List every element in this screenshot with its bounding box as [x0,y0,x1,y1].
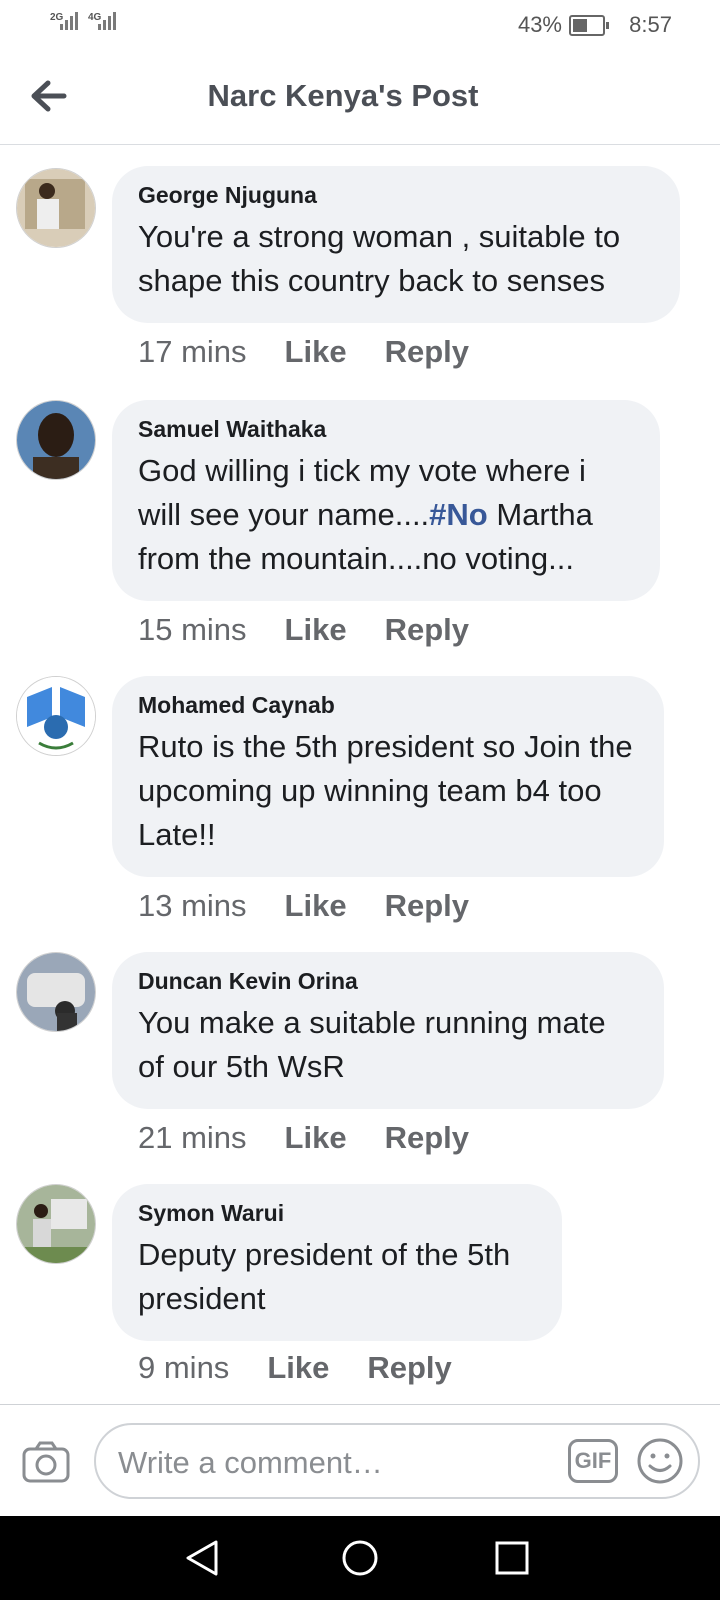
comment-text: Ruto is the 5th president so Join the up… [138,729,633,852]
status-bar: 2G 4G 43% 8:57 [0,0,720,50]
comment-text: You're a strong woman , suitable to shap… [138,219,621,298]
comment-time: 17 mins [138,334,247,369]
camera-icon[interactable] [22,1441,70,1488]
reply-button[interactable]: Reply [385,888,469,924]
signal-label-2: 4G [88,12,102,23]
comment-time: 15 mins [138,612,247,647]
avatar[interactable] [16,168,96,248]
emoji-icon[interactable] [636,1437,684,1490]
comment-actions: 15 mins Like Reply [138,612,469,648]
back-nav-icon[interactable] [184,1538,220,1583]
signal-icon-1: 2G [50,12,78,30]
reply-button[interactable]: Reply [367,1350,451,1386]
comment-text: Deputy president of the 5th president [138,1237,511,1316]
avatar[interactable] [16,400,96,480]
like-button[interactable]: Like [285,888,347,924]
comment-time: 13 mins [138,888,247,923]
comment-list: George Njuguna You're a strong woman , s… [0,146,720,1404]
gif-button[interactable]: GIF [568,1439,618,1483]
battery-icon [569,15,609,36]
comment-time: 9 mins [138,1350,230,1385]
comment-actions: 17 mins Like Reply [138,334,469,370]
reply-button[interactable]: Reply [385,1120,469,1156]
home-nav-icon[interactable] [340,1538,380,1583]
battery-percent: 43% [517,12,562,37]
comment-text: God willing i tick my vote where i will … [138,449,634,581]
comment-time: 21 mins [138,1120,247,1155]
like-button[interactable]: Like [267,1350,329,1386]
like-button[interactable]: Like [285,1120,347,1156]
recents-nav-icon[interactable] [494,1538,530,1583]
avatar[interactable] [16,1184,96,1264]
comment-input[interactable]: Write a comment… GIF [94,1423,700,1499]
system-nav-bar [0,1516,720,1600]
like-button[interactable]: Like [285,612,347,648]
like-button[interactable]: Like [285,334,347,370]
comment-actions: 21 mins Like Reply [138,1120,469,1156]
hashtag-link[interactable]: #No [429,497,488,532]
avatar[interactable] [16,952,96,1032]
comment-author[interactable]: Duncan Kevin Orina [138,968,638,995]
reply-button[interactable]: Reply [385,612,469,648]
comment-author[interactable]: Symon Warui [138,1200,536,1227]
signal-label-1: 2G [50,12,64,23]
avatar[interactable] [16,676,96,756]
comment-actions: 13 mins Like Reply [138,888,469,924]
comment-bubble[interactable]: Mohamed Caynab Ruto is the 5th president… [112,676,664,877]
comment-author[interactable]: George Njuguna [138,182,654,209]
signal-icon-2: 4G [88,12,116,30]
comment-bubble[interactable]: Samuel Waithaka God willing i tick my vo… [112,400,660,601]
comment-text: You make a suitable running mate of our … [138,1005,606,1084]
comment-actions: 9 mins Like Reply [138,1350,452,1386]
reply-button[interactable]: Reply [385,334,469,370]
comment-input-placeholder: Write a comment… [118,1445,383,1480]
comment-author[interactable]: Mohamed Caynab [138,692,638,719]
comment-bubble[interactable]: Duncan Kevin Orina You make a suitable r… [112,952,664,1109]
clock: 8:57 [629,12,672,37]
comment-composer: Write a comment… GIF [0,1404,720,1517]
comment-bubble[interactable]: George Njuguna You're a strong woman , s… [112,166,680,323]
app-header: Narc Kenya's Post [0,52,720,145]
comment-author[interactable]: Samuel Waithaka [138,416,634,443]
page-title: Narc Kenya's Post [207,78,479,113]
comment-bubble[interactable]: Symon Warui Deputy president of the 5th … [112,1184,562,1341]
